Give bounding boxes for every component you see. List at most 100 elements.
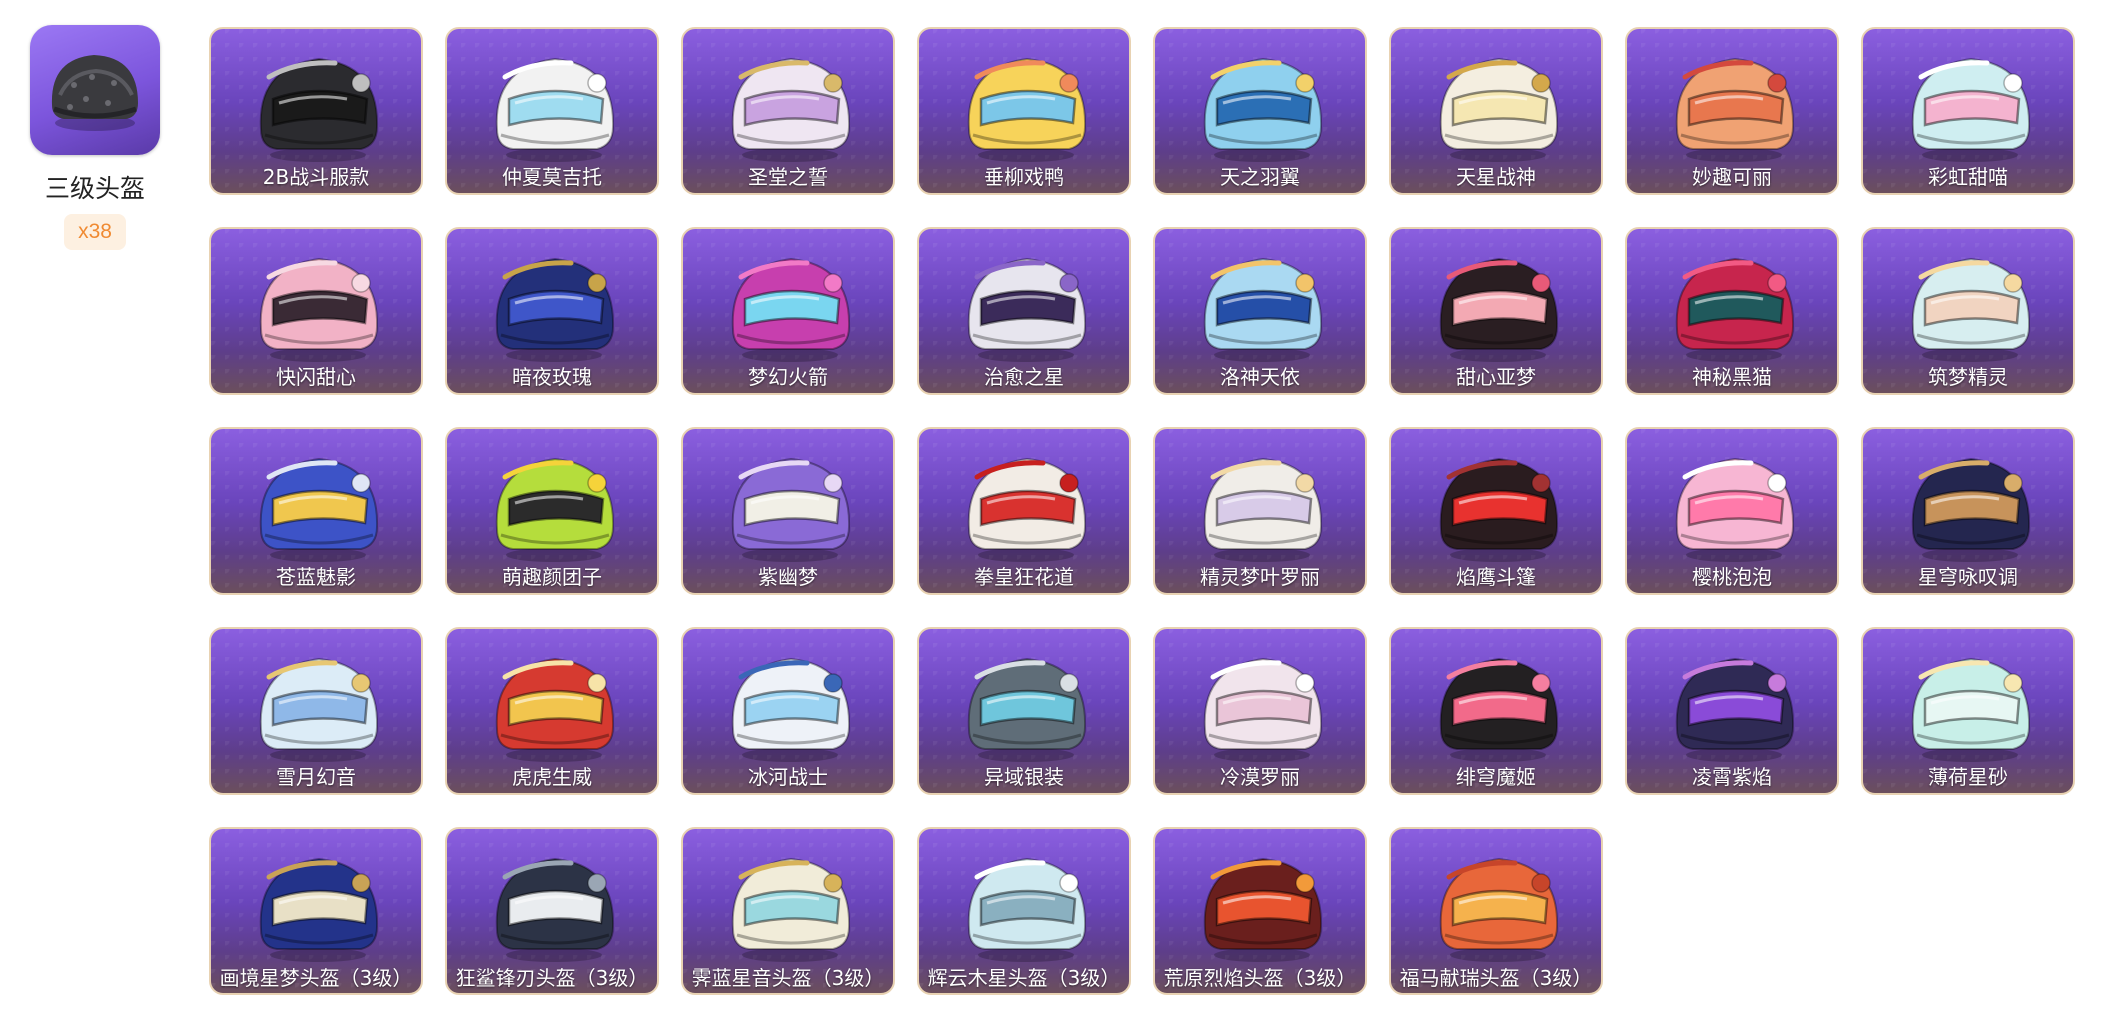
helmet-skin-icon <box>495 257 615 362</box>
skin-card[interactable]: 绯穹魔姬 <box>1389 627 1603 795</box>
skin-card[interactable]: 紫幽梦 <box>681 427 895 595</box>
helmet-skin-icon <box>259 657 379 762</box>
skin-card[interactable]: 垂柳戏鸭 <box>917 27 1131 195</box>
skin-card[interactable]: 2B战斗服款 <box>209 27 423 195</box>
helmet-skin-icon <box>731 857 851 962</box>
helmet-skin-icon <box>259 57 379 162</box>
skin-name-label: 福马献瑞头盔（3级） <box>1399 966 1593 990</box>
helmet-skin-icon <box>1203 857 1323 962</box>
helmet-skin-icon <box>967 57 1087 162</box>
skin-card[interactable]: 神秘黑猫 <box>1625 227 1839 395</box>
helmet-skin-icon <box>259 857 379 962</box>
skin-card[interactable]: 异域银装 <box>917 627 1131 795</box>
skin-card[interactable]: 樱桃泡泡 <box>1625 427 1839 595</box>
helmet-skin-icon <box>495 657 615 762</box>
helmet-skin-icon <box>495 857 615 962</box>
skin-name-label: 星穹咏叹调 <box>1918 565 2018 589</box>
skin-name-label: 2B战斗服款 <box>262 165 370 189</box>
skin-name-label: 紫幽梦 <box>758 565 818 589</box>
helmet-skin-icon <box>1439 857 1559 962</box>
helmet-skin-icon <box>1911 257 2031 362</box>
skin-card[interactable]: 拳皇狂花道 <box>917 427 1131 595</box>
skin-name-label: 焰鹰斗篷 <box>1456 565 1536 589</box>
skin-name-label: 神秘黑猫 <box>1692 365 1772 389</box>
skin-name-label: 辉云木星头盔（3级） <box>927 966 1121 990</box>
helmet-skin-icon <box>967 657 1087 762</box>
skin-name-label: 萌趣颜团子 <box>502 565 602 589</box>
helmet-skin-icon <box>495 457 615 562</box>
skin-name-label: 画境星梦头盔（3级） <box>219 966 413 990</box>
skin-name-label: 梦幻火箭 <box>748 365 828 389</box>
skin-card[interactable]: 画境星梦头盔（3级） <box>209 827 423 995</box>
skin-name-label: 冰河战士 <box>748 765 828 789</box>
skin-name-label: 拳皇狂花道 <box>974 565 1074 589</box>
skin-grid: 2B战斗服款 仲夏莫吉托 圣堂之誓 垂柳戏鸭 天之羽翼 天星战神 妙趣可丽 彩虹甜喵快闪甜心 暗… <box>209 27 2075 995</box>
skin-card[interactable]: 薄荷星砂 <box>1861 627 2075 795</box>
skin-name-label: 雪月幻音 <box>276 765 356 789</box>
skin-card[interactable]: 甜心亚梦 <box>1389 227 1603 395</box>
skin-card[interactable]: 焰鹰斗篷 <box>1389 427 1603 595</box>
skin-name-label: 天之羽翼 <box>1220 165 1300 189</box>
skin-card[interactable]: 荒原烈焰头盔（3级） <box>1153 827 1367 995</box>
helmet-skin-icon <box>1203 57 1323 162</box>
helmet-skin-icon <box>1911 657 2031 762</box>
skin-name-label: 苍蓝魅影 <box>276 565 356 589</box>
skin-name-label: 彩虹甜喵 <box>1928 165 2008 189</box>
skin-name-label: 天星战神 <box>1456 165 1536 189</box>
skin-card[interactable]: 霁蓝星音头盔（3级） <box>681 827 895 995</box>
helmet-skin-icon <box>967 857 1087 962</box>
skin-card[interactable]: 快闪甜心 <box>209 227 423 395</box>
helmet-skin-icon <box>1675 457 1795 562</box>
helmet-skin-icon <box>967 257 1087 362</box>
skin-card[interactable]: 冷漠罗丽 <box>1153 627 1367 795</box>
helmet-skin-icon <box>1203 657 1323 762</box>
skin-name-label: 霁蓝星音头盔（3级） <box>691 966 885 990</box>
skin-name-label: 绯穹魔姬 <box>1456 765 1536 789</box>
skin-card[interactable]: 凌霄紫焰 <box>1625 627 1839 795</box>
skin-card[interactable]: 星穹咏叹调 <box>1861 427 2075 595</box>
skin-card[interactable]: 梦幻火箭 <box>681 227 895 395</box>
skin-card[interactable]: 福马献瑞头盔（3级） <box>1389 827 1603 995</box>
helmet-skin-icon <box>1203 257 1323 362</box>
skin-card[interactable]: 圣堂之誓 <box>681 27 895 195</box>
skin-card[interactable]: 冰河战士 <box>681 627 895 795</box>
helmet-skin-icon <box>1439 257 1559 362</box>
helmet-skin-icon <box>259 457 379 562</box>
skin-name-label: 筑梦精灵 <box>1928 365 2008 389</box>
skin-name-label: 精灵梦叶罗丽 <box>1200 565 1320 589</box>
helmet-skin-icon <box>731 257 851 362</box>
skin-card[interactable]: 仲夏莫吉托 <box>445 27 659 195</box>
skin-card[interactable]: 辉云木星头盔（3级） <box>917 827 1131 995</box>
item-count-badge: x38 <box>64 214 126 250</box>
helmet-skin-icon <box>495 57 615 162</box>
helmet-skin-icon <box>1439 457 1559 562</box>
helmet-skin-icon <box>1675 257 1795 362</box>
skin-name-label: 暗夜玫瑰 <box>512 365 592 389</box>
helmet-skin-icon <box>1675 57 1795 162</box>
skin-card[interactable]: 虎虎生威 <box>445 627 659 795</box>
skin-card[interactable]: 雪月幻音 <box>209 627 423 795</box>
skin-card[interactable]: 苍蓝魅影 <box>209 427 423 595</box>
skin-card[interactable]: 治愈之星 <box>917 227 1131 395</box>
skin-card[interactable]: 彩虹甜喵 <box>1861 27 2075 195</box>
skin-card[interactable]: 天之羽翼 <box>1153 27 1367 195</box>
item-name: 三级头盔 <box>44 174 145 203</box>
helmet-skin-icon <box>1439 57 1559 162</box>
skin-card[interactable]: 妙趣可丽 <box>1625 27 1839 195</box>
skin-card[interactable]: 筑梦精灵 <box>1861 227 2075 395</box>
helmet-skin-icon <box>1911 57 2031 162</box>
skin-card[interactable]: 洛神天依 <box>1153 227 1367 395</box>
gray-helmet-icon <box>30 25 160 155</box>
skin-card[interactable]: 天星战神 <box>1389 27 1603 195</box>
skin-card[interactable]: 狂鲨锋刃头盔（3级） <box>445 827 659 995</box>
helmet-skin-icon <box>1439 657 1559 762</box>
skin-name-label: 圣堂之誓 <box>748 165 828 189</box>
skin-card[interactable]: 精灵梦叶罗丽 <box>1153 427 1367 595</box>
helmet-skin-icon <box>1675 657 1795 762</box>
skin-card[interactable]: 暗夜玫瑰 <box>445 227 659 395</box>
skin-name-label: 凌霄紫焰 <box>1692 765 1772 789</box>
skin-card[interactable]: 萌趣颜团子 <box>445 427 659 595</box>
skin-name-label: 狂鲨锋刃头盔（3级） <box>455 966 649 990</box>
skin-name-label: 治愈之星 <box>984 365 1064 389</box>
skin-name-label: 快闪甜心 <box>276 365 356 389</box>
